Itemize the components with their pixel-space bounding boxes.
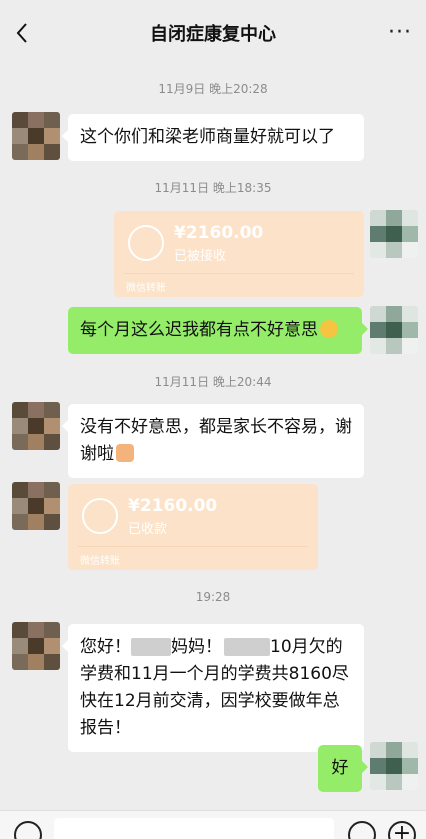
thinking-emoji-icon <box>320 320 338 338</box>
message-text-part: 妈妈！ <box>171 637 222 657</box>
avatar[interactable] <box>370 742 418 790</box>
transfer-amount: ¥2160.00 <box>128 496 218 516</box>
transfer-amount: ¥2160.00 <box>174 223 264 243</box>
transfer-status: 已收款 <box>128 522 168 537</box>
chat-title: 自闭症康复中心 <box>150 24 276 45</box>
message-text: 每个月这么迟我都有点不好意思 <box>80 320 318 340</box>
message-bubble[interactable]: 每个月这么迟我都有点不好意思 <box>68 307 368 354</box>
transfer-footer: 微信转账 <box>126 283 166 294</box>
divider <box>78 546 308 547</box>
transfer-footer: 微信转账 <box>80 556 120 567</box>
timestamp: 11月9日 晚上20:28 <box>158 82 268 96</box>
chat-header: 自闭症康复中心 ··· <box>0 0 426 66</box>
message-text-part: 您好！ <box>80 637 131 657</box>
handshake-emoji-icon <box>116 444 134 462</box>
timestamp: 11月11日 晚上18:35 <box>154 181 272 195</box>
avatar[interactable] <box>12 402 60 450</box>
plus-icon[interactable]: + <box>388 821 416 839</box>
message-bubble[interactable]: 这个你们和梁老师商量好就可以了 <box>62 114 364 161</box>
message-bubble[interactable]: 没有不好意思，都是家长不容易，谢谢啦 <box>62 404 364 478</box>
message-bubble[interactable]: 您好！ 妈妈！ 10月欠的学费和11月一个月的学费共8160尽快在12月前交清，因学… <box>62 624 364 752</box>
avatar[interactable] <box>12 112 60 160</box>
message-bubble[interactable]: 好 <box>318 745 368 792</box>
avatar[interactable] <box>370 210 418 258</box>
transfer-status: 已被接收 <box>174 249 227 264</box>
avatar[interactable] <box>12 482 60 530</box>
avatar[interactable] <box>370 306 418 354</box>
timestamp: 19:28 <box>195 590 231 604</box>
message-input[interactable] <box>54 818 334 839</box>
check-icon <box>128 225 164 261</box>
emoji-icon[interactable] <box>348 821 376 839</box>
more-options-icon[interactable]: ··· <box>388 20 412 45</box>
input-bar: + <box>0 810 426 839</box>
transfer-card[interactable]: ¥2160.00 已被接收 微信转账 <box>114 211 364 297</box>
voice-icon[interactable] <box>14 821 42 839</box>
transfer-card[interactable]: ¥2160.00 已收款 微信转账 <box>68 484 318 570</box>
check-icon <box>82 498 118 534</box>
divider <box>124 273 354 274</box>
redacted-name <box>224 638 270 656</box>
avatar[interactable] <box>12 622 60 670</box>
redacted-name <box>131 638 171 656</box>
timestamp: 11月11日 晚上20:44 <box>154 375 272 389</box>
